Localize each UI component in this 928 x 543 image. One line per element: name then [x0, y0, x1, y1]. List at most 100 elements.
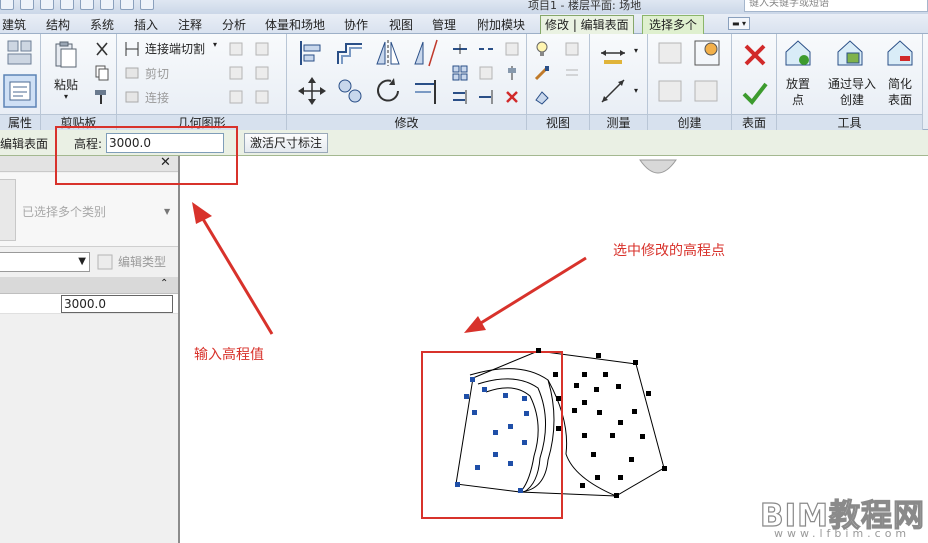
drawing-canvas[interactable]	[182, 156, 928, 543]
tab-annotate[interactable]: 注释	[178, 16, 202, 34]
linework-icon	[566, 69, 578, 76]
dimension-icon[interactable]	[100, 0, 114, 10]
place-point-icon[interactable]	[783, 38, 813, 68]
panel-label-geometry: 几何图形	[117, 114, 286, 130]
panel-measure: ▾ ▾ 测量	[590, 34, 648, 130]
simplify-surface-icon[interactable]	[885, 38, 915, 68]
dropdown-arrow-icon[interactable]: ▼	[78, 256, 86, 267]
hide-bulb-icon[interactable]	[533, 40, 551, 58]
panel-label-measure: 测量	[590, 114, 647, 130]
create-group-icon[interactable]	[692, 38, 722, 68]
match-properties-icon[interactable]	[93, 88, 111, 106]
collapse-icon[interactable]: ⌃	[160, 278, 168, 289]
elevation-parameter-value[interactable]: 3000.0	[61, 295, 173, 313]
edit-type-icon[interactable]	[96, 253, 114, 271]
cancel-edit-icon[interactable]	[740, 40, 770, 70]
rotate-icon[interactable]	[373, 76, 403, 106]
paste-dropdown-icon[interactable]: ▾	[64, 92, 68, 101]
split-with-gap-icon[interactable]	[477, 40, 495, 58]
panel-clipboard: 粘贴 ▾ 剪贴板	[41, 34, 117, 130]
trim-single-icon[interactable]	[477, 88, 495, 106]
mirror-pick-axis-icon[interactable]	[373, 38, 403, 68]
measure-icon[interactable]	[80, 0, 94, 10]
ribbon-minimize-icon[interactable]: ▬ ▾	[728, 17, 750, 30]
paint-icon	[255, 66, 269, 80]
tab-view[interactable]: 视图	[389, 16, 413, 34]
save-icon[interactable]	[20, 0, 34, 10]
close-hidden-icon[interactable]	[140, 0, 154, 10]
cut-geometry-label: 剪切	[145, 67, 170, 81]
join-cut-label[interactable]: 连接端切割	[145, 40, 205, 57]
tab-architecture[interactable]: 建筑	[2, 16, 26, 34]
tab-systems[interactable]: 系统	[90, 16, 114, 34]
offset-icon[interactable]	[335, 38, 365, 68]
type-selector[interactable]: 已选择多个类别 ▼	[0, 173, 178, 247]
join-cut-dropdown-icon[interactable]: ▾	[213, 40, 217, 49]
chevron-down-icon[interactable]: ▼	[164, 207, 170, 216]
open-icon[interactable]	[0, 0, 14, 10]
measure-dropdown-icon[interactable]: ▾	[634, 46, 638, 55]
panel-label-surface: 表面	[732, 114, 776, 130]
delete-icon[interactable]	[503, 88, 521, 106]
create-from-import-icon[interactable]	[835, 38, 865, 68]
text-icon[interactable]	[120, 0, 134, 10]
instance-filter-dropdown[interactable]: ▼	[0, 252, 90, 272]
eraser-icon[interactable]	[533, 88, 551, 106]
array-icon[interactable]	[451, 64, 469, 82]
search-input[interactable]: 键入关键字或短语	[744, 0, 928, 12]
align-icon[interactable]	[297, 38, 327, 68]
mirror-draw-axis-icon[interactable]	[411, 38, 441, 68]
edit-type-button[interactable]: 编辑类型	[118, 253, 166, 270]
properties-icon[interactable]	[3, 74, 37, 108]
wrench-icon	[255, 90, 269, 104]
tab-addins[interactable]: 附加模块	[477, 16, 525, 34]
split-element-icon[interactable]	[451, 40, 469, 58]
tab-structure[interactable]: 结构	[46, 16, 70, 34]
redo-icon[interactable]	[60, 0, 74, 10]
panel-label-tools: 工具	[777, 114, 922, 130]
create-assembly-icon	[658, 80, 682, 102]
move-icon[interactable]	[297, 76, 327, 106]
tab-collaborate[interactable]: 协作	[344, 16, 368, 34]
unpin-icon	[505, 42, 519, 56]
finish-edit-icon[interactable]	[740, 78, 770, 108]
undo-icon[interactable]	[40, 0, 54, 10]
panel-view: 视图	[527, 34, 590, 130]
trim-multiple-icon[interactable]	[451, 88, 469, 106]
activate-dimensions-button[interactable]: 激活尺寸标注	[244, 133, 329, 153]
cut-icon[interactable]	[93, 40, 111, 58]
paint-brush-icon[interactable]	[533, 64, 551, 82]
split-face-icon	[255, 42, 269, 56]
paste-label[interactable]: 粘贴	[54, 76, 78, 93]
parameter-group-header[interactable]: ⌃	[0, 277, 178, 294]
join-cut-icon[interactable]	[123, 40, 141, 58]
tab-analyze[interactable]: 分析	[222, 16, 246, 34]
panel-label-modify: 修改	[287, 114, 526, 130]
parameter-row: 3000.0	[0, 294, 178, 314]
tab-modify-edit-surface[interactable]: 修改 | 编辑表面	[540, 15, 634, 35]
enter-elevation-annotation: 输入高程值	[194, 347, 264, 363]
copy-element-icon[interactable]	[335, 76, 365, 106]
tab-manage[interactable]: 管理	[432, 16, 456, 34]
type-properties-icon[interactable]	[5, 38, 35, 68]
copy-icon[interactable]	[93, 64, 111, 82]
place-point-label[interactable]: 放置点	[786, 76, 810, 108]
create-from-import-label[interactable]: 通过导入创建	[824, 76, 880, 108]
aligned-dimension-icon[interactable]	[598, 76, 628, 106]
elevation-input[interactable]: 3000.0	[106, 133, 224, 153]
close-icon[interactable]: ✕	[160, 155, 171, 170]
simplify-surface-label[interactable]: 简化表面	[887, 76, 913, 108]
paste-icon[interactable]	[51, 40, 81, 70]
panel-surface: 表面	[732, 34, 777, 130]
select-points-annotation: 选中修改的高程点	[613, 243, 725, 259]
tab-insert[interactable]: 插入	[134, 16, 158, 34]
measure-between-icon[interactable]	[598, 38, 628, 68]
trim-extend-icon[interactable]	[411, 76, 441, 106]
dimension-dropdown-icon[interactable]: ▾	[634, 86, 638, 95]
panel-label-properties: 属性	[0, 114, 40, 130]
tab-multi-select[interactable]: 选择多个	[642, 15, 705, 34]
ribbon-tabs: 建筑 结构 系统 插入 注释 分析 体量和场地 协作 视图 管理 附加模块 修改…	[0, 14, 928, 35]
pin-icon[interactable]	[503, 64, 521, 82]
tab-massing-site[interactable]: 体量和场地	[265, 16, 325, 34]
panel-label-view: 视图	[527, 114, 589, 130]
